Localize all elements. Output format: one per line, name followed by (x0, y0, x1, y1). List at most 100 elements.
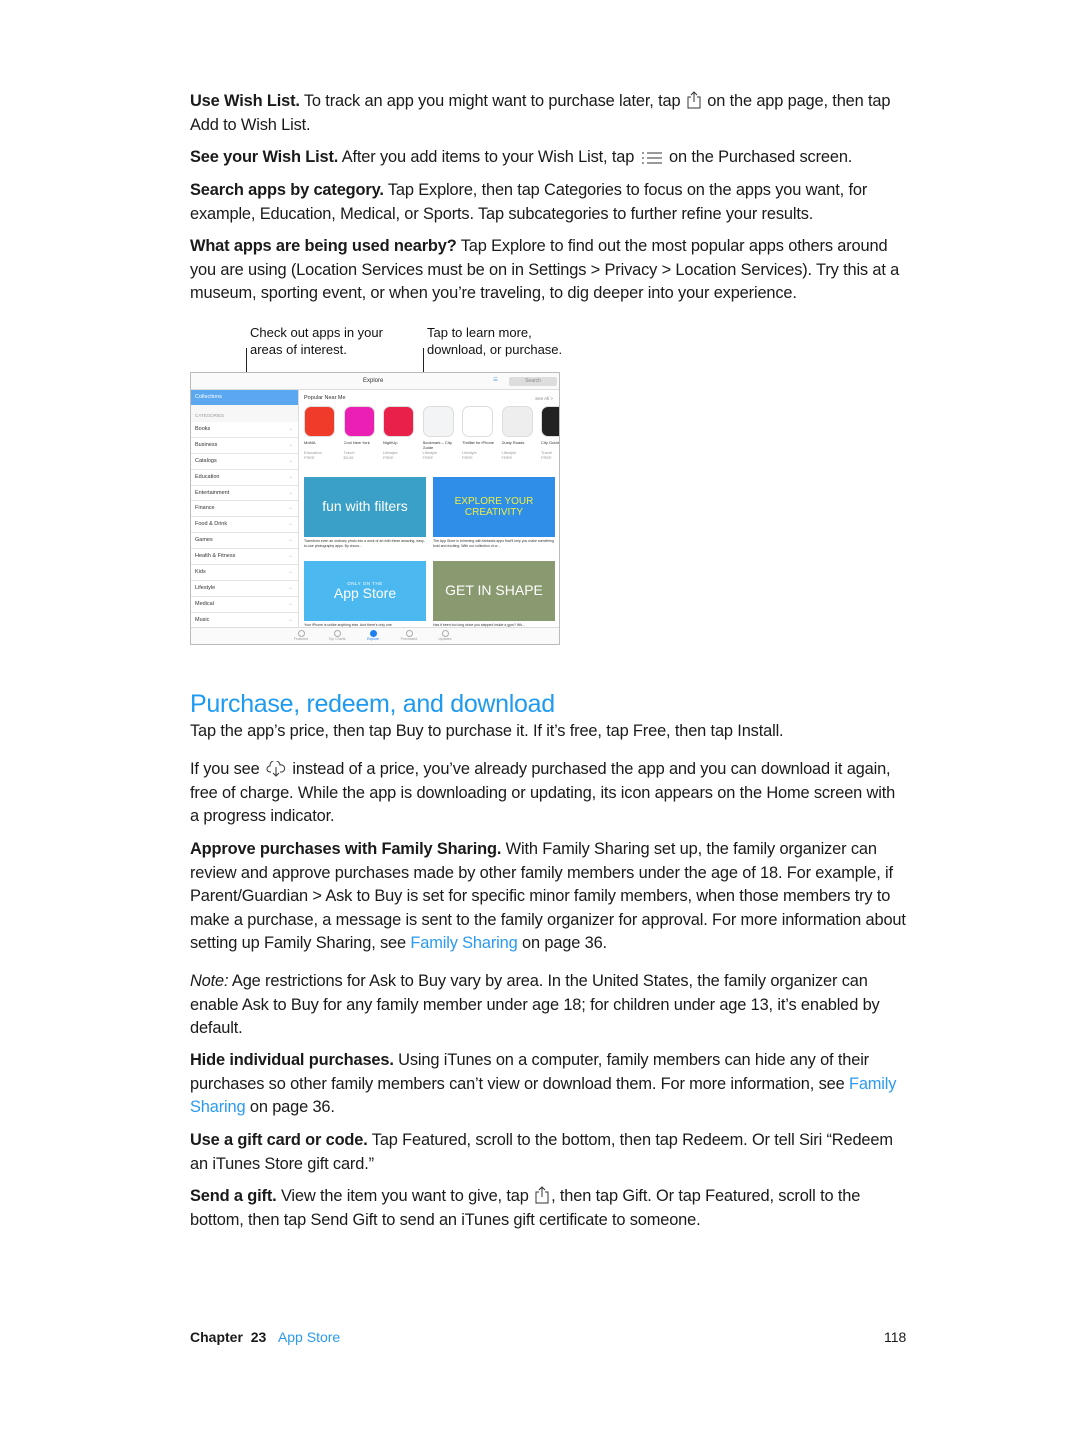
app-price: FREE (501, 455, 513, 460)
app-icon[interactable] (422, 406, 454, 437)
text: on the Purchased screen. (664, 148, 853, 166)
tab-purchased[interactable]: Purchased (394, 630, 424, 641)
chapter-number: 23 (250, 1329, 267, 1345)
chapter-label: Chapter (190, 1329, 243, 1345)
feature-banner[interactable]: fun with filters (304, 477, 426, 537)
app-name: Thrillist for iPhone (462, 440, 495, 445)
sidebar-category[interactable]: Business (191, 437, 298, 454)
share-icon (687, 91, 701, 109)
app-name: Dusty Roads (501, 440, 525, 445)
callout-categories: Check out apps in your areas of interest… (250, 325, 383, 357)
text: View the item you want to give, tap (276, 1187, 534, 1205)
footer-chapter: Chapter 23 App Store (190, 1329, 340, 1345)
tab-updates[interactable]: Updates (430, 630, 460, 641)
tab-label: Top Charts (328, 637, 346, 641)
sidebar-collections[interactable]: Collections (191, 390, 298, 405)
family-sharing-paragraph: Approve purchases with Family Sharing. W… (190, 838, 908, 956)
sidebar-category[interactable]: Medical (191, 596, 298, 613)
gift-card-paragraph: Use a gift card or code. Tap Featured, s… (190, 1129, 908, 1176)
cloud-download-icon (266, 761, 286, 777)
wish-list-paragraph: Use Wish List. To track an app you might… (190, 90, 908, 137)
sidebar-category[interactable]: Games (191, 533, 298, 550)
app-icon[interactable] (304, 406, 335, 437)
lead: Search apps by category. (190, 181, 384, 199)
list-icon[interactable]: ☰ (493, 377, 498, 383)
lead: What apps are being used nearby? (190, 237, 457, 255)
nav-bar: Explore ☰ Search (191, 373, 559, 390)
family-sharing-link[interactable]: Family Sharing (410, 934, 517, 952)
sidebar-category[interactable]: Entertainment (191, 485, 298, 502)
feature-banner[interactable]: EXPLORE YOUR CREATIVITY (433, 477, 555, 537)
send-gift-paragraph: Send a gift. View the item you want to g… (190, 1185, 908, 1232)
text: on page 36. (245, 1098, 335, 1116)
lead: Use Wish List. (190, 92, 300, 110)
tab-label: Explore (367, 637, 379, 641)
lead: Hide individual purchases. (190, 1051, 394, 1069)
app-icon[interactable] (343, 406, 375, 437)
app-icon[interactable] (462, 406, 493, 437)
chapter-title-link[interactable]: App Store (278, 1329, 340, 1345)
sidebar-category[interactable]: Education (191, 469, 298, 486)
app-icon[interactable] (383, 406, 414, 437)
tab-bar: Featured Top Charts Explore Purchased Update… (191, 627, 559, 644)
hide-purchases-paragraph: Hide individual purchases. Using iTunes … (190, 1049, 908, 1120)
app-icon[interactable] (541, 406, 559, 437)
note-label: Note: (190, 972, 229, 990)
banner-title: EXPLORE YOUR CREATIVITY (454, 496, 534, 518)
app-price: $3.99 (343, 455, 354, 460)
tab-icon (297, 630, 305, 637)
sidebar-category[interactable]: Food & Drink (191, 517, 298, 534)
banner-title: fun with filters (322, 498, 408, 515)
text: instead of a price, you’ve already purch… (190, 760, 896, 825)
feature-banner[interactable]: ONLY ON THE App Store (304, 561, 426, 621)
sidebar-category[interactable]: Health & Fitness (191, 549, 298, 566)
app-price: FREE (422, 455, 434, 460)
note-paragraph: Note: Age restrictions for Ask to Buy va… (190, 970, 908, 1041)
feature-banner[interactable]: GET IN SHAPE (433, 561, 555, 621)
share-icon (535, 1186, 549, 1204)
see-wish-list-paragraph: See your Wish List. After you add items … (190, 146, 908, 170)
text: on page 36. (517, 934, 607, 952)
lead: See your Wish List. (190, 148, 339, 166)
text: After you add items to your Wish List, t… (338, 148, 639, 166)
purchase-intro: Tap the app’s price, then tap Buy to pur… (190, 722, 784, 740)
tab-top-charts[interactable]: Top Charts (322, 630, 352, 641)
tab-label: Featured (293, 637, 308, 641)
lead: Approve purchases with Family Sharing. (190, 840, 502, 858)
nearby-paragraph: What apps are being used nearby? Tap Exp… (190, 235, 908, 306)
app-name: NightUp (383, 440, 398, 445)
tab-icon (441, 630, 449, 637)
tab-explore[interactable]: Explore (358, 630, 388, 641)
app-name: Cool New York (343, 440, 370, 445)
tab-icon (369, 630, 377, 637)
sidebar-category[interactable]: Lifestyle (191, 580, 298, 597)
app-price: FREE (383, 455, 394, 460)
tab-icon (333, 630, 341, 637)
tab-icon (405, 630, 413, 637)
sidebar-category[interactable]: Books (191, 422, 298, 438)
app-price: FREE (462, 455, 473, 460)
text: To track an app you might want to purcha… (299, 92, 685, 110)
search-field[interactable]: Search (509, 377, 557, 386)
text: If you see (190, 760, 264, 778)
sidebar-category[interactable]: Finance (191, 501, 298, 518)
nav-title: Explore (363, 378, 384, 384)
app-price: FREE (304, 455, 315, 460)
see-all-link[interactable]: See All > (535, 396, 553, 401)
tab-featured[interactable]: Featured (286, 630, 316, 641)
tab-label: Updates (438, 637, 452, 641)
callout-learn-more: Tap to learn more, download, or purchase… (427, 325, 563, 357)
section-title: Popular Near Me (304, 395, 346, 401)
sidebar-category[interactable]: Kids (191, 565, 298, 581)
app-price: FREE (541, 455, 552, 460)
app-icon[interactable] (501, 406, 533, 437)
banner-title: App Store (333, 584, 397, 601)
banner-caption: The App Store is brimming with fantastic… (433, 539, 555, 548)
app-store-screenshot: Explore ☰ Search Collections CATEGORIES … (190, 372, 560, 645)
page-number: 118 (884, 1329, 907, 1345)
banner-title: GET IN SHAPE (445, 582, 543, 599)
sidebar-category[interactable]: Catalogs (191, 453, 298, 470)
list-icon (641, 152, 662, 164)
app-name: Bookmark – City Guide (422, 440, 452, 450)
sidebar: Collections CATEGORIES BooksBusinessCata… (191, 390, 299, 629)
